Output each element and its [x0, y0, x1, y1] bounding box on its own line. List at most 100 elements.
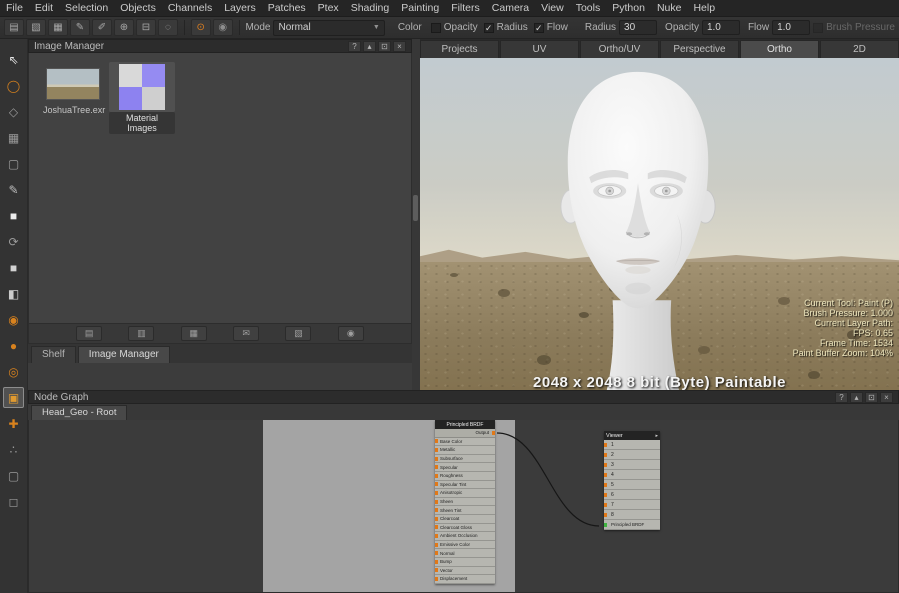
image-thumbnail-joshuatree[interactable]: JoshuaTree.exr — [41, 68, 105, 116]
dots-tool[interactable]: ∴ — [3, 439, 24, 460]
input-port[interactable] — [435, 500, 438, 504]
input-port[interactable] — [435, 525, 438, 529]
viewer-input-port[interactable] — [604, 503, 607, 507]
open-image-button[interactable]: ▤ — [76, 326, 102, 341]
input-port[interactable] — [435, 448, 438, 452]
new-project-button[interactable]: ▤ — [4, 19, 24, 36]
marquee-select-tool[interactable]: ▢ — [3, 153, 24, 174]
menu-item[interactable]: Painting — [395, 1, 445, 15]
paint-tool[interactable]: ◉ — [3, 309, 24, 330]
input-port[interactable] — [435, 474, 438, 478]
output-port[interactable] — [492, 431, 495, 435]
node-graph-titlebar[interactable]: Node Graph ?▴⊡× — [28, 390, 899, 404]
input-port[interactable] — [435, 491, 438, 495]
save-image-button[interactable]: ▥ — [128, 326, 154, 341]
add-brush-button[interactable]: ✚ — [3, 413, 24, 434]
input-port[interactable] — [435, 560, 438, 564]
viewer-input-port[interactable] — [604, 463, 607, 467]
viewer-input-port[interactable] — [604, 473, 607, 477]
input-port[interactable] — [435, 577, 438, 581]
float-button[interactable]: ⊡ — [865, 392, 878, 403]
image-manager-titlebar[interactable]: Image Manager ?▴⊡× — [28, 39, 412, 53]
tab-image-manager[interactable]: Image Manager — [78, 346, 170, 363]
opacity-toggle[interactable]: Opacity — [431, 22, 478, 33]
input-port[interactable] — [435, 482, 438, 486]
blur-tool[interactable]: ◎ — [3, 361, 24, 382]
radius-toggle[interactable]: ✓ Radius — [484, 22, 528, 33]
viewer-input-port[interactable] — [604, 483, 607, 487]
flow-field[interactable]: 1.0 — [772, 20, 810, 35]
close-button[interactable]: × — [393, 41, 406, 52]
viewer-input-port[interactable] — [604, 453, 607, 457]
background-color-swatch[interactable]: ■ — [3, 257, 24, 278]
paint-brush-button[interactable]: ✎ — [70, 19, 90, 36]
lasso-tool[interactable]: ▢ — [3, 465, 24, 486]
menu-item[interactable]: File — [0, 1, 29, 15]
warp-tool[interactable]: ◇ — [3, 101, 24, 122]
input-port[interactable] — [435, 465, 438, 469]
tab-uv[interactable]: UV — [500, 40, 579, 58]
menu-item[interactable]: Camera — [486, 1, 535, 15]
opacity-field[interactable]: 1.0 — [702, 20, 740, 35]
web-image-button[interactable]: ◉ — [338, 326, 364, 341]
input-port[interactable] — [435, 543, 438, 547]
image-thumbnail-material-images[interactable]: Material Images — [109, 62, 175, 134]
input-port[interactable] — [435, 508, 438, 512]
menu-item[interactable]: View — [535, 1, 570, 15]
checkbox[interactable] — [431, 23, 441, 33]
towel-button[interactable]: ⊟ — [136, 19, 156, 36]
checkbox[interactable]: ✓ — [484, 23, 494, 33]
menu-item[interactable]: Objects — [114, 1, 162, 15]
principled-brdf-node[interactable]: Principled BRDF Output Base Color — [435, 420, 495, 584]
viewport-3d-scene[interactable]: Current Tool: Paint (P)Brush Pressure: 1… — [420, 58, 899, 390]
viewer-input-port[interactable] — [604, 493, 607, 497]
tab-2d[interactable]: 2D — [820, 40, 899, 58]
paint-through-button[interactable]: ✐ — [92, 19, 112, 36]
input-port[interactable] — [435, 568, 438, 572]
viewer-input-port[interactable] — [604, 443, 607, 447]
menu-item[interactable]: Selection — [59, 1, 114, 15]
menu-item[interactable]: Edit — [29, 1, 59, 15]
connected-input-port[interactable] — [604, 523, 607, 527]
menu-item[interactable]: Filters — [445, 1, 486, 15]
brush-pressure-toggle[interactable]: Brush Pressure — [813, 22, 895, 33]
menu-item[interactable]: Layers — [218, 1, 262, 15]
tab-head-geo-root[interactable]: Head_Geo - Root — [31, 405, 127, 420]
foreground-color-swatch[interactable]: ■ — [3, 205, 24, 226]
help-button[interactable]: ? — [835, 392, 848, 403]
pin-button[interactable]: ▴ — [850, 392, 863, 403]
collapse-icon[interactable]: ▸ — [655, 433, 658, 439]
clone-tool[interactable]: ▣ — [3, 387, 24, 408]
menu-item[interactable]: Tools — [570, 1, 607, 15]
menu-item[interactable]: Patches — [262, 1, 312, 15]
mask-swatch[interactable]: ◧ — [3, 283, 24, 304]
menu-item[interactable]: Python — [606, 1, 651, 15]
save-project-button[interactable]: ▦ — [48, 19, 68, 36]
menu-item[interactable]: Help — [687, 1, 721, 15]
tab-shelf[interactable]: Shelf — [31, 346, 76, 363]
viewer-node[interactable]: Viewer ▸ 1 2 — [604, 431, 660, 530]
smear-tool[interactable]: ● — [3, 335, 24, 356]
input-port[interactable] — [435, 551, 438, 555]
panel-splitter[interactable] — [412, 39, 420, 390]
flow-toggle[interactable]: ✓ Flow — [534, 22, 568, 33]
help-button[interactable]: ? — [348, 41, 361, 52]
eyedropper-tool[interactable]: ✎ — [3, 179, 24, 200]
mail-image-button[interactable]: ✉ — [233, 326, 259, 341]
menu-item[interactable]: Ptex — [312, 1, 345, 15]
sheet-image-button[interactable]: ▧ — [285, 326, 311, 341]
tab-perspective[interactable]: Perspective — [660, 40, 739, 58]
pin-button[interactable]: ▴ — [363, 41, 376, 52]
tab-ortho[interactable]: Ortho — [740, 40, 819, 58]
swap-colors-button[interactable]: ⟳ — [3, 231, 24, 252]
blur-button[interactable]: ◌ — [158, 19, 178, 36]
brush-tip-button[interactable]: ◉ — [213, 19, 233, 36]
input-port[interactable] — [435, 534, 438, 538]
splitter-handle[interactable] — [413, 195, 418, 221]
viewer-input-port[interactable] — [604, 513, 607, 517]
head-3d-model[interactable] — [528, 68, 748, 390]
select-tool[interactable]: ⇖ — [3, 49, 24, 70]
transform-tool[interactable]: ◯ — [3, 75, 24, 96]
menu-item[interactable]: Shading — [345, 1, 396, 15]
input-port[interactable] — [435, 517, 438, 521]
